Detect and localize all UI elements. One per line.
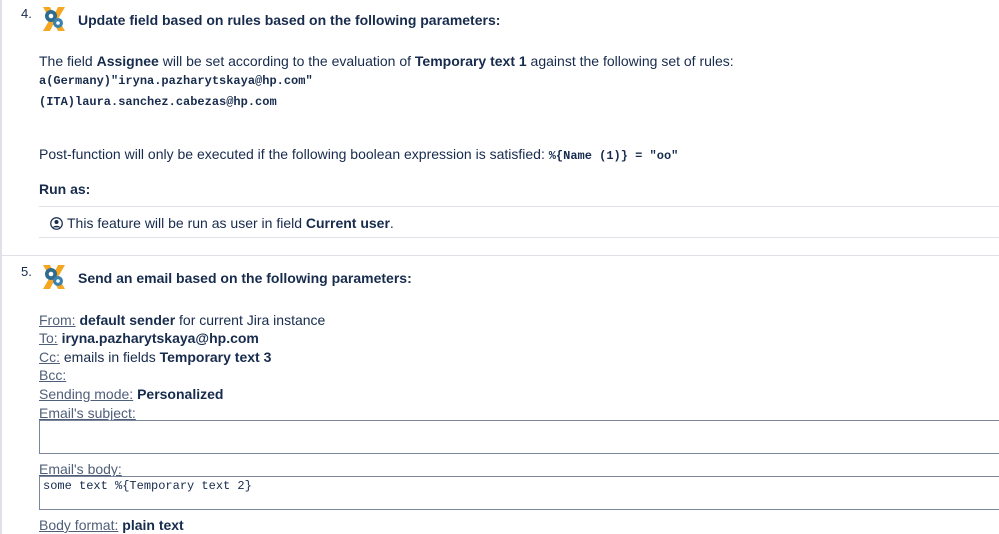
bcc-row: Bcc: (39, 366, 66, 384)
left-border (0, 0, 2, 534)
from-row: From: default sender for current Jira in… (39, 312, 326, 328)
divider (39, 206, 999, 207)
sending-mode-row: Sending mode: Personalized (39, 385, 223, 403)
email-body-text: some text %{Temporary text 2} (43, 479, 252, 493)
body-label: Email's body: (39, 461, 122, 477)
email-subject-box (39, 420, 999, 454)
email-body-box: some text %{Temporary text 2} (39, 476, 999, 510)
step-number: 4. (21, 6, 32, 21)
step-number: 5. (21, 264, 32, 279)
from-label: From: (39, 312, 76, 328)
source-field: Temporary text 1 (414, 53, 527, 69)
rule-description: The field Assignee will be set according… (39, 53, 734, 69)
jwt-gears-x-logo-icon (43, 7, 65, 31)
body-format-value: plain text (122, 517, 184, 533)
condition-text: Post-function will only be executed if t… (39, 146, 679, 163)
rule-line: a(Germany)"iryna.pazharytskaya@hp.com" (39, 74, 313, 88)
body-format-row: Body format: plain text (39, 516, 184, 534)
to-label: To: (39, 330, 58, 346)
rule-line: (ITA)laura.sanchez.cabezas@hp.com (39, 95, 277, 109)
bcc-label: Bcc: (39, 367, 67, 383)
jwt-gears-x-logo-icon (43, 265, 65, 289)
step-heading: Send an email based on the following par… (78, 270, 412, 286)
to-value: iryna.pazharytskaya@hp.com (61, 330, 259, 346)
sending-mode-value: Personalized (137, 386, 224, 402)
sending-mode-label: Sending mode: (39, 386, 134, 402)
cc-label: Cc: (39, 349, 60, 365)
run-as-label: Run as: (39, 181, 91, 197)
step-heading: Update field based on rules based on the… (78, 12, 501, 28)
target-field: Assignee (96, 53, 159, 69)
cc-row: Cc: emails in fields Temporary text 3 (39, 349, 272, 365)
condition-expression: %{Name (1)} = "oo" (548, 149, 679, 163)
body-format-label: Body format: (39, 517, 119, 533)
cc-value: Temporary text 3 (159, 349, 272, 365)
subject-label: Email's subject: (39, 405, 136, 421)
user-circle-icon (50, 217, 63, 230)
run-as-user: Current user (305, 215, 390, 231)
run-as-info: This feature will be run as user in fiel… (50, 214, 394, 232)
divider (39, 237, 999, 238)
step-separator (2, 255, 999, 256)
from-value: default sender (79, 312, 176, 328)
to-row: To: iryna.pazharytskaya@hp.com (39, 329, 259, 347)
